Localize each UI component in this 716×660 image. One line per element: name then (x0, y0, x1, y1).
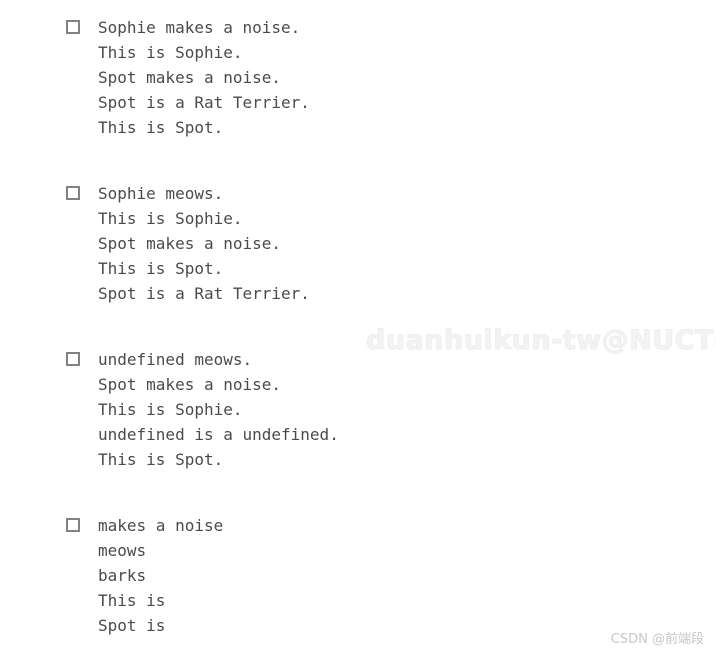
output-block: undefined meows. Spot makes a noise. This … (0, 347, 339, 472)
output-lines: Sophie makes a noise. This is Sophie. Spot… (98, 15, 310, 140)
output-line: Spot makes a noise. (98, 234, 282, 253)
output-block: makes a noise meows barks This is Spot is (0, 513, 223, 638)
output-line: meows (98, 541, 147, 560)
output-line: Spot makes a noise. (98, 375, 282, 394)
output-line: This is Sophie. (98, 400, 243, 419)
output-line: Spot is a Rat Terrier. (98, 284, 310, 303)
checkbox-block-3[interactable] (66, 352, 80, 366)
watermark-text: duanhuikun-tw@NUCTECH (365, 325, 716, 356)
page-root: duanhuikun-tw@NUCTECH Sophie makes a noi… (0, 0, 716, 660)
output-line: makes a noise (98, 516, 224, 535)
output-line: undefined is a undefined. (98, 425, 339, 444)
output-line: This is Spot. (98, 259, 224, 278)
output-line: This is Spot. (98, 118, 224, 137)
output-lines: undefined meows. Spot makes a noise. This … (98, 347, 339, 472)
output-line: Sophie meows. (98, 184, 224, 203)
output-line: This is Sophie. (98, 209, 243, 228)
checkbox-block-2[interactable] (66, 186, 80, 200)
checkbox-block-4[interactable] (66, 518, 80, 532)
output-line: This is Sophie. (98, 43, 243, 62)
output-lines: makes a noise meows barks This is Spot is (98, 513, 223, 638)
output-line: This is (98, 591, 166, 610)
output-block: Sophie makes a noise. This is Sophie. Spot… (0, 15, 310, 140)
output-line: Spot makes a noise. (98, 68, 282, 87)
output-line: undefined meows. (98, 350, 253, 369)
output-lines: Sophie meows. This is Sophie. Spot makes a… (98, 181, 310, 306)
output-line: barks (98, 566, 147, 585)
checkbox-block-1[interactable] (66, 20, 80, 34)
csdn-attribution: CSDN @前端段 (610, 632, 704, 647)
output-line: This is Spot. (98, 450, 224, 469)
output-block: Sophie meows. This is Sophie. Spot makes a… (0, 181, 310, 306)
output-line: Spot is (98, 616, 166, 635)
output-line: Spot is a Rat Terrier. (98, 93, 310, 112)
output-line: Sophie makes a noise. (98, 18, 301, 37)
